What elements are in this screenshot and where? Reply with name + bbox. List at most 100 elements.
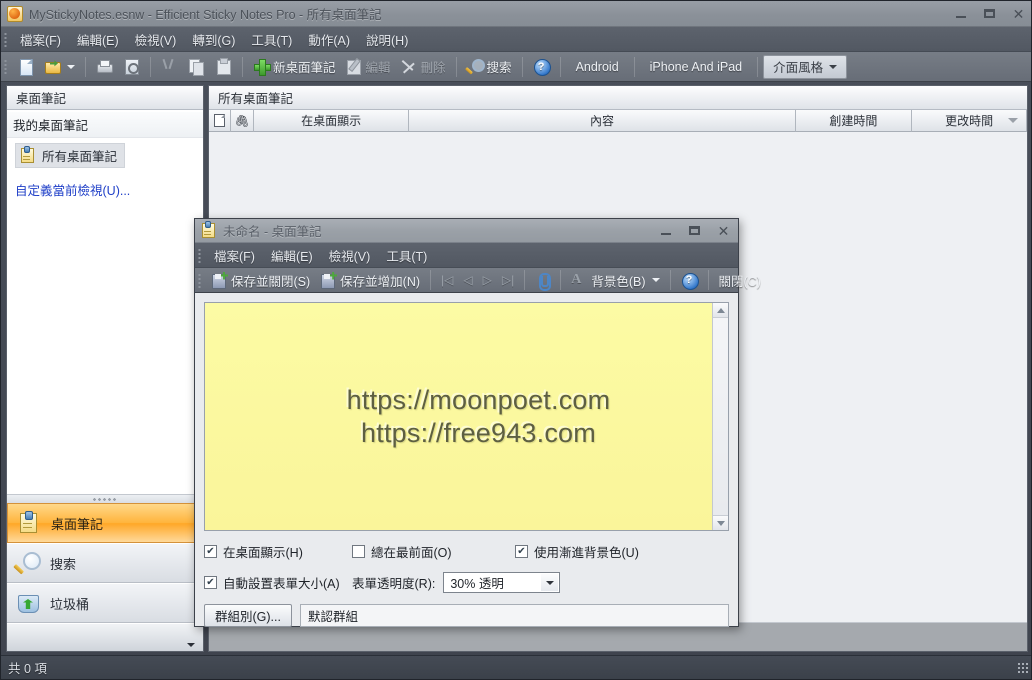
checkbox-box xyxy=(204,545,217,558)
close-icon: ✕ xyxy=(1012,5,1025,22)
chevron-down-icon xyxy=(651,278,660,282)
save-and-close-button[interactable]: 保存並關閉(S) xyxy=(206,268,315,292)
group-select-button[interactable]: 群組別(G)... xyxy=(204,604,292,627)
show-on-desktop-checkbox[interactable]: 在桌面顯示(H) xyxy=(204,542,352,561)
print-preview-button[interactable] xyxy=(118,55,145,79)
font-button[interactable]: A xyxy=(566,268,586,292)
main-toolbar: 新桌面筆記 編輯 刪除 搜索 Android iPhone And iPad 介… xyxy=(1,52,1031,82)
column-header-show-on-desktop[interactable]: 在桌面顯示 xyxy=(253,110,410,132)
close-icon: ✕ xyxy=(717,222,730,239)
dialog-close-button[interactable]: ✕ xyxy=(709,218,738,244)
iphone-ipad-button[interactable]: iPhone And iPad xyxy=(640,55,752,79)
cut-button[interactable] xyxy=(156,55,183,79)
new-document-button[interactable] xyxy=(12,55,39,79)
auto-size-checkbox[interactable]: 自動設置表單大小(A) xyxy=(204,573,352,592)
tree-item-all-notes[interactable]: 所有桌面筆記 xyxy=(15,143,126,168)
menu-edit[interactable]: 編輯(E) xyxy=(69,27,127,52)
menu-view[interactable]: 檢視(V) xyxy=(127,27,185,52)
search-button[interactable]: 搜索 xyxy=(462,55,517,79)
menu-help[interactable]: 說明(H) xyxy=(358,27,416,52)
android-button[interactable]: Android xyxy=(566,55,629,79)
paste-icon xyxy=(215,58,232,75)
note-vertical-scrollbar[interactable] xyxy=(712,303,728,530)
sidebar-tree: 我的桌面筆記 所有桌面筆記 自定義當前檢視(U)... xyxy=(7,110,203,494)
note-line: https://free943.com xyxy=(361,417,596,448)
maximize-button[interactable] xyxy=(975,1,1004,27)
note-text-input[interactable]: https://moonpoet.com https://free943.com xyxy=(205,303,712,530)
transparency-dropdown-button[interactable] xyxy=(541,574,559,591)
paperclip-icon xyxy=(535,272,552,291)
scissors-icon xyxy=(161,58,178,75)
resize-grip[interactable] xyxy=(1017,661,1029,674)
note-group-row: 群組別(G)... 默認群組 xyxy=(204,604,729,627)
column-header-page[interactable] xyxy=(209,110,232,132)
chevron-down-icon[interactable] xyxy=(187,643,195,647)
delete-note-button[interactable]: 刪除 xyxy=(396,55,451,79)
dialog-help-button[interactable] xyxy=(676,268,703,292)
pencil-icon xyxy=(346,58,363,75)
nav-last-button[interactable]: ▷| xyxy=(497,268,519,292)
use-gradient-background-checkbox[interactable]: 使用漸進背景色(U) xyxy=(515,542,639,561)
transparency-select[interactable]: 30% 透明 xyxy=(443,572,561,593)
sidebar-item-recycle-bin[interactable]: 垃圾桶 xyxy=(7,583,203,623)
edit-note-button[interactable]: 編輯 xyxy=(341,55,396,79)
help-button[interactable] xyxy=(528,55,555,79)
first-record-icon: |◁ xyxy=(441,273,454,287)
attach-file-button[interactable] xyxy=(530,268,555,292)
dialog-menubar-grip[interactable] xyxy=(198,247,201,263)
dialog-toolbar-grip[interactable] xyxy=(198,272,201,288)
nav-prev-button[interactable]: ◁ xyxy=(458,268,477,292)
nav-first-button[interactable]: |◁ xyxy=(436,268,458,292)
save-and-new-button[interactable]: 保存並增加(N) xyxy=(315,268,425,292)
close-button[interactable]: ✕ xyxy=(1004,1,1031,27)
customize-view-link[interactable]: 自定義當前檢視(U)... xyxy=(15,180,203,199)
nav-next-button[interactable]: ▷ xyxy=(478,268,497,292)
dialog-menu-file[interactable]: 檔案(F) xyxy=(206,243,263,268)
menubar-grip[interactable] xyxy=(4,31,7,47)
dialog-minimize-button[interactable] xyxy=(651,218,680,244)
menu-tools[interactable]: 工具(T) xyxy=(243,27,300,52)
minimize-button[interactable] xyxy=(946,1,975,27)
menu-actions[interactable]: 動作(A) xyxy=(300,27,358,52)
status-bar: 共 0 項 xyxy=(1,655,1031,679)
new-note-button[interactable]: 新桌面筆記 xyxy=(248,55,341,79)
open-button[interactable] xyxy=(39,55,80,79)
dialog-menu-edit[interactable]: 編輯(E) xyxy=(263,243,321,268)
toolbar-separator xyxy=(669,270,671,290)
note-options-row-1: 在桌面顯示(H) 總在最前面(O) 使用漸進背景色(U) xyxy=(204,542,729,561)
sidebar-item-search[interactable]: 搜索 xyxy=(7,543,203,583)
main-menubar: 檔案(F) 編輯(E) 檢視(V) 轉到(G) 工具(T) 動作(A) 說明(H… xyxy=(1,27,1031,52)
dialog-close-action-button[interactable]: 關閉(C) xyxy=(714,268,766,292)
scroll-down-button[interactable] xyxy=(713,515,728,530)
sidebar-splitter[interactable] xyxy=(7,494,203,503)
application-window: MyStickyNotes.esnw - Efficient Sticky No… xyxy=(0,0,1032,680)
ui-style-button[interactable]: 介面風格 xyxy=(763,54,848,79)
save-icon xyxy=(211,271,228,289)
dialog-titlebar: 未命名 - 桌面筆記 ✕ xyxy=(195,219,738,243)
dialog-menu-tools[interactable]: 工具(T) xyxy=(378,243,435,268)
sidebar-item-desktop-notes[interactable]: 桌面筆記 xyxy=(7,503,203,543)
print-button[interactable] xyxy=(91,55,118,79)
sidebar-item-label: 垃圾桶 xyxy=(50,596,90,612)
minimize-icon xyxy=(955,15,966,18)
paste-button[interactable] xyxy=(210,55,237,79)
note-line: https://moonpoet.com xyxy=(346,384,611,415)
help-icon xyxy=(533,58,551,76)
dialog-menu-view[interactable]: 檢視(V) xyxy=(321,243,379,268)
toolbar-grip[interactable] xyxy=(4,59,7,74)
always-on-top-checkbox[interactable]: 總在最前面(O) xyxy=(352,542,515,561)
toolbar-separator xyxy=(559,56,561,77)
search-icon xyxy=(467,58,485,75)
menu-file[interactable]: 檔案(F) xyxy=(12,27,69,52)
column-header-created-time[interactable]: 創建時間 xyxy=(795,110,913,132)
background-color-button[interactable]: 背景色(B) xyxy=(586,268,664,292)
column-header-content[interactable]: 內容 xyxy=(409,110,796,132)
column-header-modified-time[interactable]: 更改時間 xyxy=(912,110,1027,132)
copy-button[interactable] xyxy=(183,55,210,79)
toolbar-separator xyxy=(524,270,526,290)
menu-goto[interactable]: 轉到(G) xyxy=(184,27,243,52)
scroll-up-button[interactable] xyxy=(713,303,728,318)
dialog-maximize-button[interactable] xyxy=(680,218,709,244)
column-header-attachment[interactable]: 🖇 xyxy=(231,110,254,132)
group-value-field[interactable]: 默認群組 xyxy=(299,604,729,627)
